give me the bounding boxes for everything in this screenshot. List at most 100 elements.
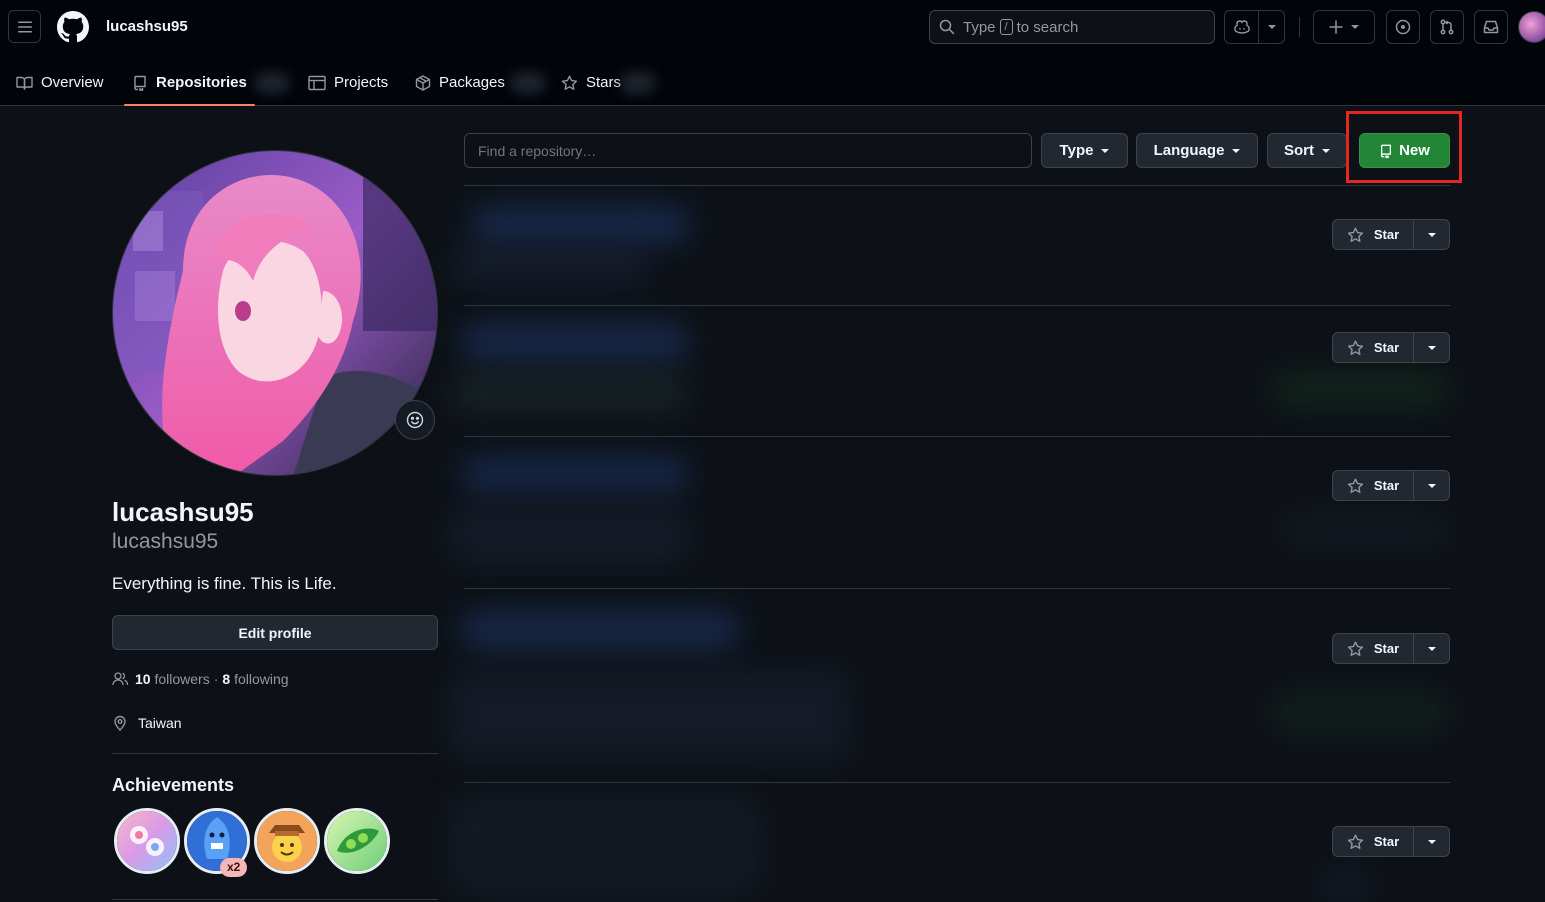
issue-opened-icon [1395, 19, 1411, 35]
blurred-repo-meta [450, 245, 650, 285]
global-header: lucashsu95 Type / to search Overview Rep… [0, 0, 1545, 106]
repo-list-top-border [464, 185, 1450, 186]
achievement-badge-yolo[interactable] [114, 808, 180, 874]
star-label: Star [1373, 478, 1400, 493]
type-filter-label: Type [1059, 142, 1094, 159]
plus-icon [1329, 20, 1343, 34]
tab-label: Repositories [156, 74, 247, 91]
repo-row-divider [464, 588, 1450, 589]
search-prefix-text: Type [963, 18, 996, 36]
tab-overview[interactable]: Overview [8, 60, 112, 105]
star-button-group: Star [1332, 470, 1450, 501]
blurred-repo-name [450, 795, 760, 895]
star-list-dropdown[interactable] [1414, 634, 1449, 663]
achievements-title[interactable]: Achievements [112, 775, 234, 796]
blurred-repo-name [460, 455, 690, 495]
blurred-repo-meta [450, 670, 850, 760]
star-button[interactable]: Star [1333, 827, 1414, 856]
blurred-repo-name [460, 322, 690, 362]
profile-location: Taiwan [112, 715, 182, 731]
star-label: Star [1373, 340, 1400, 355]
star-list-dropdown[interactable] [1414, 471, 1449, 500]
star-icon [561, 75, 578, 91]
blurred-activity-graph [1320, 870, 1370, 900]
repo-row-divider [464, 305, 1450, 306]
star-icon [1347, 641, 1364, 657]
followers-link[interactable]: 10 followers [135, 671, 210, 687]
issues-button[interactable] [1386, 10, 1420, 44]
table-icon [308, 75, 326, 91]
chevron-down-icon [1267, 25, 1276, 29]
copilot-icon [1234, 20, 1250, 34]
location-text: Taiwan [138, 715, 182, 731]
star-list-dropdown[interactable] [1414, 333, 1449, 362]
package-icon [415, 74, 431, 91]
tab-packages[interactable]: Packages [407, 60, 513, 105]
smiley-icon [406, 411, 424, 429]
star-button[interactable]: Star [1333, 333, 1414, 362]
triangle-down-icon [1427, 345, 1436, 350]
followers-count: 10 [135, 671, 151, 687]
profile-bio: Everything is fine. This is Life. [112, 574, 337, 593]
tab-stars[interactable]: Stars [553, 60, 629, 105]
copilot-dropdown-button[interactable] [1259, 11, 1284, 43]
create-new-button[interactable] [1313, 10, 1375, 44]
highlight-annotation-box [1346, 111, 1462, 183]
star-button[interactable]: Star [1333, 220, 1414, 249]
context-username[interactable]: lucashsu95 [106, 18, 188, 35]
type-filter-dropdown[interactable]: Type [1041, 133, 1128, 168]
global-search-input[interactable]: Type / to search [929, 10, 1215, 44]
followers-label: followers [154, 671, 210, 687]
sort-label: Sort [1284, 142, 1314, 159]
star-label: Star [1373, 834, 1400, 849]
git-pull-request-icon [1440, 19, 1454, 35]
star-button[interactable]: Star [1333, 471, 1414, 500]
follow-stats: 10 followers · 8 following [112, 671, 289, 687]
inbox-button[interactable] [1474, 10, 1508, 44]
copilot-button[interactable] [1225, 11, 1260, 43]
tab-label: Packages [439, 74, 505, 91]
hamburger-menu-button[interactable] [8, 10, 41, 43]
following-label: following [234, 671, 289, 687]
set-status-button[interactable] [395, 400, 435, 440]
star-button-group: Star [1332, 219, 1450, 250]
tab-repositories[interactable]: Repositories [124, 60, 255, 106]
search-icon [939, 19, 955, 35]
triangle-down-icon [1427, 839, 1436, 844]
triangle-down-icon [1427, 483, 1436, 488]
achievement-badge-quickdraw[interactable] [254, 808, 320, 874]
achievement-badge-pair-extraordinaire[interactable] [324, 808, 390, 874]
tab-projects[interactable]: Projects [300, 60, 396, 105]
blurred-repo-name [460, 608, 740, 653]
repo-row-divider [464, 782, 1450, 783]
star-list-dropdown[interactable] [1414, 827, 1449, 856]
star-button[interactable]: Star [1333, 634, 1414, 663]
following-link[interactable]: 8 following [222, 671, 288, 687]
triangle-down-icon [1427, 232, 1436, 237]
language-filter-dropdown[interactable]: Language [1136, 133, 1258, 168]
repo-icon [132, 75, 148, 91]
star-label: Star [1373, 641, 1400, 656]
repo-row-divider [464, 436, 1450, 437]
achievement-multiplier-badge: x2 [220, 858, 248, 877]
star-button-group: Star [1332, 826, 1450, 857]
tab-counter-blurred [254, 72, 290, 94]
star-button-group: Star [1332, 633, 1450, 664]
edit-profile-button[interactable]: Edit profile [112, 615, 438, 650]
github-logo-icon[interactable] [57, 11, 89, 43]
profile-name: lucashsu95 [112, 497, 254, 527]
people-icon [112, 671, 129, 687]
search-suffix-text: to search [1016, 18, 1079, 36]
location-icon [112, 715, 128, 731]
user-avatar-menu[interactable] [1518, 11, 1545, 43]
pull-requests-button[interactable] [1430, 10, 1464, 44]
sidebar-divider [112, 899, 438, 900]
star-list-dropdown[interactable] [1414, 220, 1449, 249]
tab-counter-blurred [620, 72, 656, 94]
blurred-activity-graph [1280, 510, 1450, 550]
find-repository-input[interactable] [464, 133, 1032, 168]
sidebar-divider [112, 753, 438, 754]
sort-dropdown[interactable]: Sort [1267, 133, 1347, 168]
tab-counter-blurred [510, 72, 546, 94]
triangle-down-icon [1427, 646, 1436, 651]
